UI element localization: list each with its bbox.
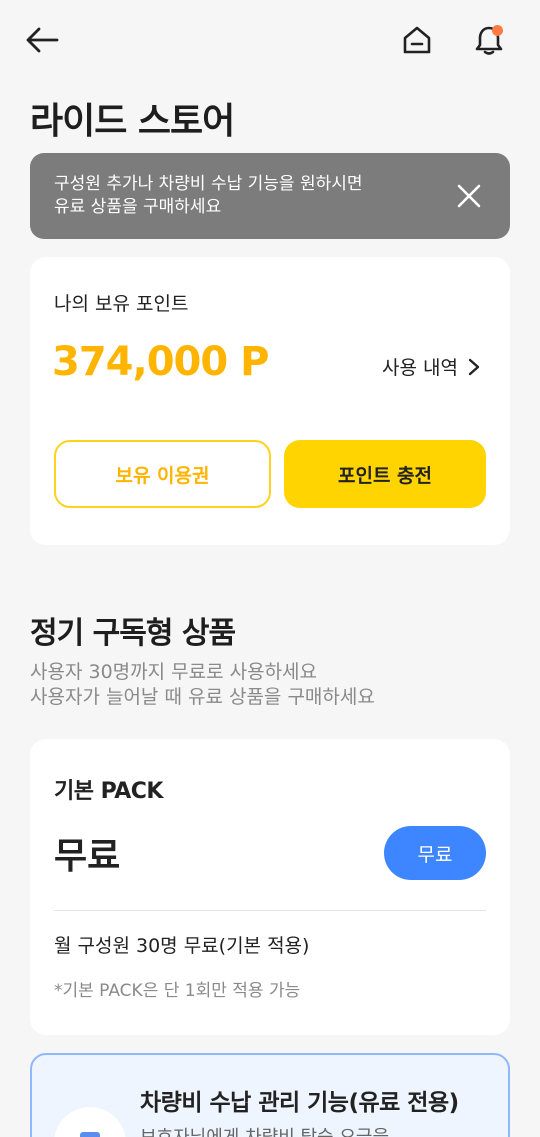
banner-text: 구성원 추가나 차량비 수납 기능을 원하시면 유료 상품을 구매하세요: [54, 173, 414, 219]
arrow-left-icon: [26, 27, 59, 53]
owned-pass-button[interactable]: 보유 이용권: [54, 440, 271, 508]
subscription-section-title: 정기 구독형 상품: [30, 616, 236, 651]
pack-note: *기본 PACK은 단 1회만 적용 가능: [54, 981, 301, 1001]
banner-line-1: 구성원 추가나 차량비 수납 기능을 원하시면: [54, 174, 363, 194]
points-value: 374,000 P: [52, 339, 269, 385]
feature-subtitle: 보호자님에게 차량비 탑승 요금을: [140, 1123, 389, 1137]
home-icon: [403, 26, 431, 54]
close-icon: [457, 184, 481, 208]
basic-pack-card: 기본 PACK 무료 무료 월 구성원 30명 무료(기본 적용) *기본 PA…: [30, 739, 510, 1035]
divider: [54, 910, 486, 911]
home-button[interactable]: [395, 18, 439, 62]
top-bar: [0, 0, 540, 84]
notification-button[interactable]: [467, 18, 511, 62]
points-label: 나의 보유 포인트: [54, 293, 189, 315]
back-button[interactable]: [20, 18, 64, 62]
page-title: 라이드 스토어: [30, 101, 235, 142]
charge-points-button[interactable]: 포인트 충전: [284, 440, 486, 508]
fee-management-feature-card[interactable]: 차량비 수납 관리 기능(유료 전용) 보호자님에게 차량비 탑승 요금을: [30, 1053, 510, 1137]
chevron-right-icon: [468, 358, 480, 375]
usage-history-link[interactable]: 사용 내역: [382, 353, 480, 380]
banner-line-2: 유료 상품을 구매하세요: [54, 197, 222, 217]
document-icon: [80, 1132, 100, 1137]
pack-detail: 월 구성원 30명 무료(기본 적용): [54, 935, 310, 957]
subscription-description: 사용자 30명까지 무료로 사용하세요 사용자가 늘어날 때 유료 상품을 구매…: [30, 660, 375, 710]
pack-name: 기본 PACK: [54, 779, 163, 804]
pack-free-button[interactable]: 무료: [384, 826, 486, 880]
pack-price: 무료: [54, 836, 121, 877]
subscription-desc-line-2: 사용자가 늘어날 때 유료 상품을 구매하세요: [30, 686, 375, 708]
notification-dot: [492, 25, 503, 36]
points-card: 나의 보유 포인트 374,000 P 사용 내역 보유 이용권 포인트 충전: [30, 257, 510, 545]
info-banner: 구성원 추가나 차량비 수납 기능을 원하시면 유료 상품을 구매하세요: [30, 153, 510, 239]
banner-close-button[interactable]: [452, 179, 486, 213]
feature-title: 차량비 수납 관리 기능(유료 전용): [140, 1090, 459, 1116]
feature-icon-circle: [54, 1107, 126, 1137]
usage-history-label: 사용 내역: [382, 357, 458, 379]
subscription-desc-line-1: 사용자 30명까지 무료로 사용하세요: [30, 661, 318, 683]
